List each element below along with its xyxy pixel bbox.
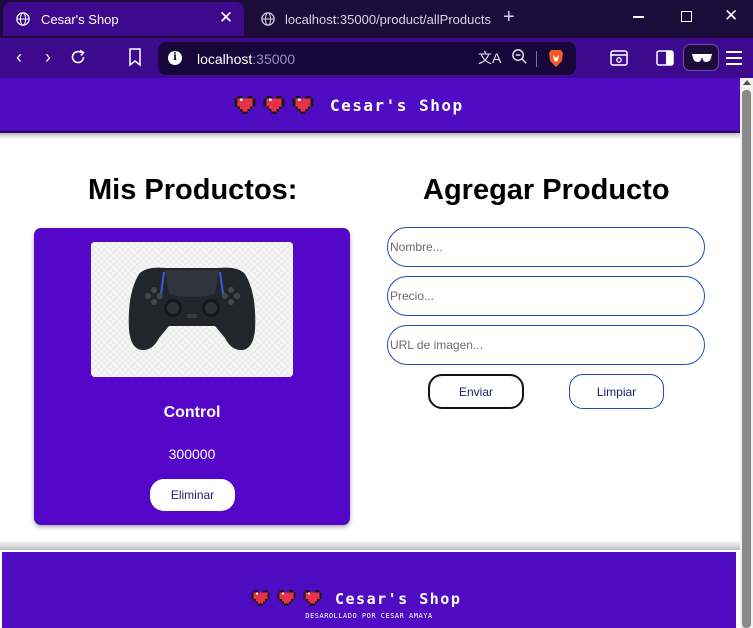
header-hearts xyxy=(233,96,315,114)
maximize-window-button[interactable] xyxy=(681,11,692,22)
sidebar-icon[interactable] xyxy=(655,48,675,68)
translate-icon[interactable]: 文A xyxy=(478,48,501,68)
product-name-input[interactable] xyxy=(387,227,705,267)
gamepad-image xyxy=(91,242,293,377)
menu-icon[interactable] xyxy=(726,51,742,69)
address-bar[interactable]: i localhost:35000 文A xyxy=(158,42,576,75)
site-info-icon[interactable]: i xyxy=(168,51,182,65)
pixel-heart-icon xyxy=(292,96,314,114)
footer-brand: Cesar's Shop xyxy=(335,590,462,608)
product-price-input[interactable] xyxy=(387,276,705,316)
header-shadow xyxy=(0,133,740,139)
products-heading: Mis Productos: xyxy=(88,174,298,206)
product-card: Control 300000 Eliminar xyxy=(34,228,350,525)
product-price: 300000 xyxy=(168,446,216,462)
submit-button[interactable]: Enviar xyxy=(428,374,524,409)
brave-shield-icon[interactable] xyxy=(548,49,564,68)
tab-title: Cesar's Shop xyxy=(41,12,119,27)
product-name: Control xyxy=(163,404,221,421)
footer-shadow xyxy=(0,540,740,550)
site-footer: Cesar's Shop DESAROLLADO POR CESAR AMAYA xyxy=(2,552,736,628)
forward-icon[interactable]: › xyxy=(37,46,59,68)
tab-all-products[interactable]: localhost:35000/product/allProducts xyxy=(252,2,492,36)
add-product-heading: Agregar Producto xyxy=(423,174,670,206)
reading-list-icon[interactable] xyxy=(609,48,629,68)
scroll-thumb[interactable] xyxy=(742,90,751,628)
glasses-icon xyxy=(692,54,712,62)
footer-hearts xyxy=(250,590,323,606)
zoom-out-icon[interactable] xyxy=(511,48,528,65)
pixel-heart-icon xyxy=(277,590,296,606)
globe-icon xyxy=(261,12,275,26)
close-window-button[interactable]: ✕ xyxy=(724,6,738,26)
close-tab-icon[interactable]: ✕ xyxy=(218,8,234,28)
browser-tab-strip: Cesar's Shop ✕ localhost:35000/product/a… xyxy=(0,0,753,38)
pixel-heart-icon xyxy=(234,96,256,114)
image-url-input[interactable] xyxy=(387,325,705,365)
bookmark-icon[interactable] xyxy=(126,47,144,67)
pixel-heart-icon xyxy=(251,590,270,606)
delete-product-button[interactable]: Eliminar xyxy=(150,479,235,511)
tab-cesars-shop[interactable]: Cesar's Shop ✕ xyxy=(3,2,244,36)
back-icon[interactable]: ‹ xyxy=(8,46,30,68)
minimize-window-button[interactable] xyxy=(633,16,644,18)
pixel-heart-icon xyxy=(303,590,322,606)
clear-button[interactable]: Limpiar xyxy=(569,374,664,409)
globe-icon xyxy=(16,12,30,26)
browser-toolbar: ‹ › i localhost:35000 文A xyxy=(0,38,753,78)
product-image xyxy=(91,242,293,377)
url-text[interactable]: localhost:35000 xyxy=(197,51,295,67)
new-tab-button[interactable]: + xyxy=(503,6,515,29)
site-brand[interactable]: Cesar's Shop xyxy=(330,96,464,115)
footer-credit: DESAROLLADO POR CESAR AMAYA xyxy=(305,612,433,620)
scroll-up-arrow[interactable] xyxy=(743,80,751,85)
private-profile-button[interactable] xyxy=(683,44,719,71)
pixel-heart-icon xyxy=(263,96,285,114)
tab-title: localhost:35000/product/allProducts xyxy=(285,12,491,27)
vertical-scrollbar[interactable] xyxy=(740,78,753,628)
web-page: Cesar's Shop Mis Productos: Agregar Prod… xyxy=(0,78,740,628)
reload-icon[interactable] xyxy=(68,47,88,67)
url-divider xyxy=(536,51,537,67)
site-header: Cesar's Shop xyxy=(0,78,740,133)
